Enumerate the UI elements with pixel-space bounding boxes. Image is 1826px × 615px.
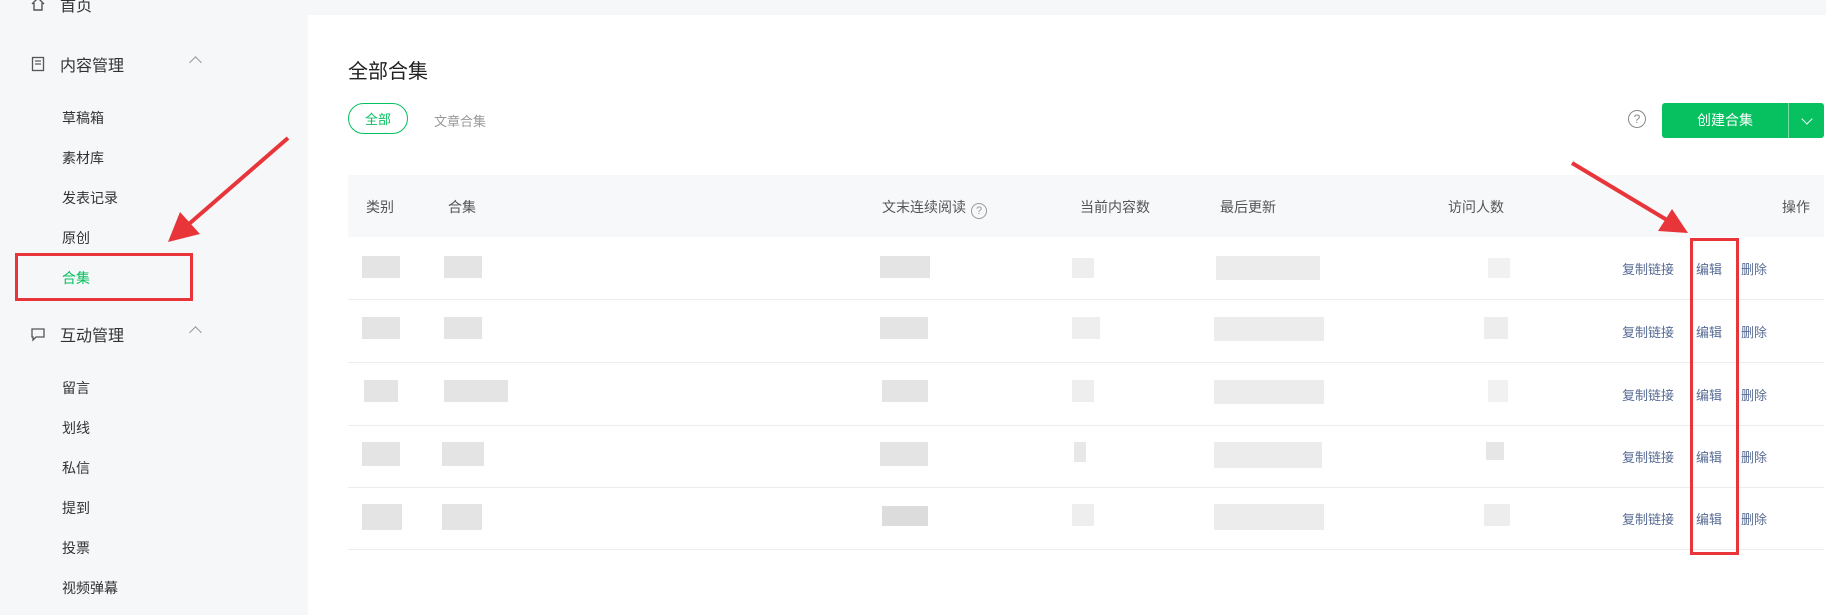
blurred-cell — [1488, 258, 1510, 278]
tab-all[interactable]: 全部 — [348, 103, 408, 134]
table-header: 类别 合集 文末连续阅读? 当前内容数 最后更新 访问人数 操作 — [348, 175, 1824, 237]
main-panel: 全部合集 全部 文章合集 ? 创建合集 类别 合集 文末连续阅读? 当前内容数 … — [308, 15, 1826, 615]
chat-bubble-icon — [31, 328, 45, 342]
blurred-cell — [1072, 317, 1100, 339]
create-collection-label[interactable]: 创建合集 — [1662, 103, 1789, 138]
blurred-cell — [364, 380, 398, 402]
table-row: 复制链接 编辑 删除 — [348, 425, 1824, 488]
blurred-cell — [1484, 504, 1510, 526]
blurred-cell — [444, 317, 482, 339]
header-continuous-reading: 文末连续阅读? — [882, 197, 987, 219]
document-icon — [31, 56, 45, 72]
chevron-down-icon — [1800, 112, 1813, 125]
blurred-cell — [362, 442, 400, 466]
chevron-up-icon[interactable] — [189, 56, 202, 69]
sidebar-item-video-danmaku[interactable]: 视频弹幕 — [62, 578, 118, 598]
sidebar-item-highlights[interactable]: 划线 — [62, 418, 90, 438]
blurred-cell — [882, 506, 928, 526]
help-icon[interactable]: ? — [1628, 110, 1646, 128]
blurred-cell — [1072, 380, 1094, 402]
sidebar-item-materials[interactable]: 素材库 — [62, 148, 104, 168]
blurred-cell — [880, 317, 928, 339]
sidebar-item-original[interactable]: 原创 — [62, 228, 90, 248]
sidebar-item-mentions[interactable]: 提到 — [62, 498, 90, 518]
blurred-cell — [1214, 442, 1322, 468]
sidebar-item-comments[interactable]: 留言 — [62, 378, 90, 398]
annotation-highlight-box — [1690, 238, 1739, 555]
delete-button[interactable]: 删除 — [1741, 509, 1767, 528]
sidebar-item-votes[interactable]: 投票 — [62, 538, 90, 558]
create-dropdown-toggle[interactable] — [1789, 112, 1824, 125]
copy-link-button[interactable]: 复制链接 — [1622, 447, 1674, 466]
header-last-updated: 最后更新 — [1220, 199, 1276, 215]
header-content-count: 当前内容数 — [1080, 199, 1150, 215]
blurred-cell — [1214, 504, 1324, 530]
blurred-cell — [1214, 317, 1324, 341]
blurred-cell — [362, 317, 400, 339]
copy-link-button[interactable]: 复制链接 — [1622, 385, 1674, 404]
chevron-up-icon[interactable] — [189, 326, 202, 339]
blurred-cell — [1214, 380, 1324, 404]
table-row: 复制链接 编辑 删除 — [348, 300, 1824, 363]
create-collection-button[interactable]: 创建合集 — [1662, 103, 1824, 138]
delete-button[interactable]: 删除 — [1741, 385, 1767, 404]
header-actions: 操作 — [1782, 199, 1810, 215]
table-row: 复制链接 编辑 删除 — [348, 487, 1824, 550]
table-row: 复制链接 编辑 删除 — [348, 363, 1824, 426]
blurred-cell — [880, 256, 930, 278]
blurred-cell — [442, 442, 484, 466]
header-collection: 合集 — [448, 199, 476, 215]
copy-link-button[interactable]: 复制链接 — [1622, 322, 1674, 341]
delete-button[interactable]: 删除 — [1741, 259, 1767, 278]
blurred-cell — [880, 442, 928, 466]
sidebar-group-label: 内容管理 — [60, 58, 125, 75]
blurred-cell — [1072, 504, 1094, 526]
sidebar-item-drafts[interactable]: 草稿箱 — [62, 108, 104, 128]
sidebar-group-content[interactable]: 内容管理 — [30, 52, 202, 76]
blurred-cell — [442, 504, 482, 530]
blurred-cell — [444, 256, 482, 278]
blurred-cell — [362, 504, 402, 530]
sidebar-item-home[interactable]: 首页 — [30, 0, 92, 16]
copy-link-button[interactable]: 复制链接 — [1622, 259, 1674, 278]
help-icon[interactable]: ? — [971, 203, 987, 219]
home-icon — [31, 0, 45, 11]
blurred-cell — [1074, 442, 1086, 462]
annotation-highlight-box — [15, 253, 193, 301]
tab-article-collections[interactable]: 文章合集 — [434, 111, 486, 130]
sidebar-group-interaction[interactable]: 互动管理 — [30, 322, 202, 346]
delete-button[interactable]: 删除 — [1741, 447, 1767, 466]
sidebar: 首页 内容管理 草稿箱 素材库 发表记录 原创 合集 互动管理 留言 划线 私信… — [0, 0, 308, 606]
table-row: 复制链接 编辑 删除 — [348, 237, 1824, 300]
sidebar-item-label: 首页 — [60, 0, 93, 15]
header-continuous-reading-label: 文末连续阅读 — [882, 199, 966, 215]
sidebar-group-label: 互动管理 — [60, 328, 125, 345]
sidebar-item-messages[interactable]: 私信 — [62, 458, 90, 478]
blurred-cell — [1486, 442, 1504, 460]
blurred-cell — [1072, 258, 1094, 278]
blurred-cell — [444, 380, 508, 402]
blurred-cell — [1216, 256, 1320, 280]
blurred-cell — [362, 256, 400, 278]
blurred-cell — [1484, 317, 1508, 339]
sidebar-item-publish-records[interactable]: 发表记录 — [62, 188, 118, 208]
blurred-cell — [1488, 380, 1508, 402]
delete-button[interactable]: 删除 — [1741, 322, 1767, 341]
header-visitors: 访问人数 — [1448, 199, 1504, 215]
blurred-cell — [882, 380, 928, 402]
header-category: 类别 — [366, 199, 394, 215]
copy-link-button[interactable]: 复制链接 — [1622, 509, 1674, 528]
page-title: 全部合集 — [348, 61, 428, 83]
